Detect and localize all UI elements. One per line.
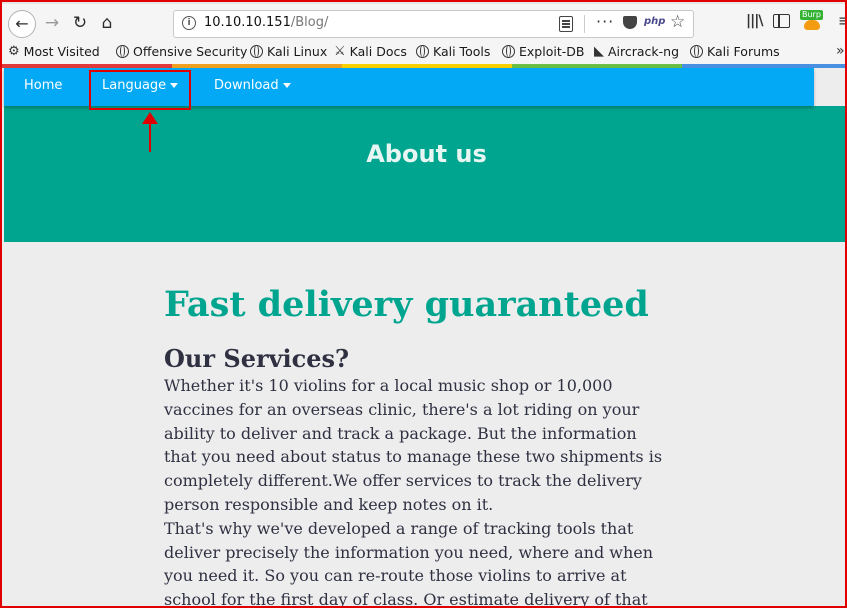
bookmark-label: Exploit-DB: [519, 44, 585, 59]
gear-icon: ⚙: [8, 44, 20, 59]
text-line: Whether it's 10 violins for a local musi…: [164, 376, 613, 395]
bookmark-star-icon[interactable]: ☆: [670, 12, 685, 32]
bookmark-label: Kali Docs: [349, 44, 407, 59]
info-icon[interactable]: i: [182, 16, 196, 30]
bookmarks-toolbar: ⚙ Most Visited Offensive Security Kali Li…: [2, 42, 845, 64]
nav-download-label: Download: [214, 78, 279, 93]
bookmark-kali-forums[interactable]: Kali Forums: [690, 44, 780, 59]
url-text[interactable]: 10.10.10.151/Blog/: [204, 15, 328, 30]
bookmark-most-visited[interactable]: ⚙ Most Visited: [8, 44, 100, 59]
section-heading: Our Services?: [164, 344, 350, 373]
services-paragraph: Whether it's 10 violins for a local musi…: [164, 374, 704, 608]
bookmark-label: Aircrack-ng: [608, 44, 680, 59]
globe-icon: [116, 45, 129, 58]
more-actions-icon[interactable]: ···: [596, 12, 614, 31]
home-icon[interactable]: ⌂: [96, 12, 118, 34]
nav-home-label: Home: [24, 78, 63, 93]
hero-title: About us: [366, 140, 487, 168]
hero-banner: About us: [4, 106, 845, 242]
text-line: that you need about status to manage the…: [164, 447, 663, 467]
text-line: vaccines for an overseas clinic, there's…: [164, 399, 640, 419]
burp-extension-icon[interactable]: Burp: [800, 10, 824, 32]
globe-icon: [416, 45, 429, 58]
globe-icon: [250, 45, 263, 58]
annotation-highlight-box: [89, 70, 191, 110]
globe-icon: [502, 45, 515, 58]
php-extension-icon[interactable]: php: [644, 16, 665, 27]
nav-download-dropdown[interactable]: Download: [214, 78, 291, 93]
caret-down-icon: [282, 83, 291, 88]
bookmark-offensive-security[interactable]: Offensive Security: [116, 44, 247, 59]
url-host: 10.10.10.151: [204, 15, 291, 30]
text-line: ability to deliver and track a package. …: [164, 423, 637, 443]
sidebar-icon[interactable]: [773, 14, 790, 28]
annotation-arrow-shaft: [149, 120, 151, 152]
reader-view-icon[interactable]: [559, 16, 573, 32]
browser-toolbar: ← → ↻ ⌂ i 10.10.10.151/Blog/ ··· php ☆ |…: [2, 2, 845, 42]
url-path: /Blog/: [290, 15, 329, 30]
url-separator: [584, 15, 585, 33]
pocket-icon[interactable]: [623, 16, 637, 29]
burp-badge: Burp: [800, 10, 823, 20]
main-content: Fast delivery guaranteed Our Services? W…: [4, 242, 845, 606]
text-line: That's why we've developed a range of tr…: [164, 518, 634, 538]
bookmark-kali-tools[interactable]: Kali Tools: [416, 44, 490, 59]
globe-icon: [690, 45, 703, 58]
nav-home-link[interactable]: Home: [24, 78, 62, 93]
text-line: deliver precisely the information you ne…: [164, 542, 654, 562]
back-arrow-icon[interactable]: ←: [8, 10, 36, 38]
tab-strip-edge: [2, 2, 845, 4]
address-bar[interactable]: i 10.10.10.151/Blog/ ··· php ☆: [173, 10, 694, 38]
screenshot-frame: ← → ↻ ⌂ i 10.10.10.151/Blog/ ··· php ☆ |…: [0, 0, 847, 608]
burp-flame-icon: [804, 20, 820, 30]
hamburger-menu-icon[interactable]: ≡: [838, 11, 845, 30]
aircrack-icon: ◣: [594, 44, 604, 59]
bookmark-label: Kali Linux: [267, 44, 328, 59]
kali-dragon-icon: ⚔: [334, 44, 346, 59]
text-line: completely different.We offer services t…: [164, 471, 642, 491]
bookmarks-overflow-icon[interactable]: »: [836, 43, 845, 59]
bookmark-label: Kali Tools: [433, 44, 491, 59]
bookmark-kali-docs[interactable]: ⚔ Kali Docs: [334, 44, 407, 59]
text-line: person responsible and keep notes on it.: [164, 494, 494, 514]
page-headline: Fast delivery guaranteed: [164, 284, 649, 325]
reload-icon[interactable]: ↻: [70, 12, 90, 34]
bookmark-kali-linux[interactable]: Kali Linux: [250, 44, 327, 59]
text-line: you need it. So you can re-route those v…: [164, 566, 627, 586]
text-line: school for the first day of class. Or es…: [164, 590, 648, 608]
bookmark-aircrack-ng[interactable]: ◣ Aircrack-ng: [594, 44, 679, 59]
forward-arrow-icon[interactable]: →: [42, 12, 62, 34]
bookmark-exploit-db[interactable]: Exploit-DB: [502, 44, 584, 59]
library-icon[interactable]: |||\: [746, 13, 763, 29]
bookmark-label: Most Visited: [23, 44, 100, 59]
bookmark-label: Offensive Security: [133, 44, 248, 59]
bookmark-label: Kali Forums: [707, 44, 780, 59]
